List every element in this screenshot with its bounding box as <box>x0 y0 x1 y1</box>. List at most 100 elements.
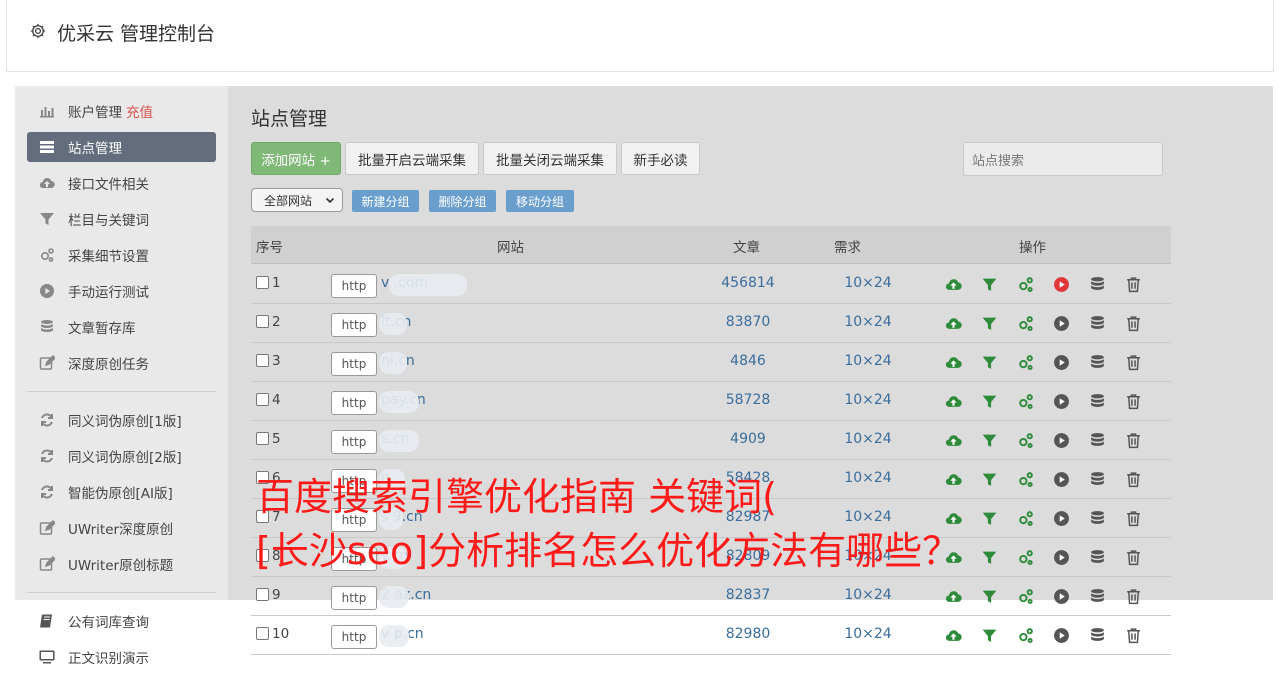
protocol-select[interactable]: http <box>331 391 377 415</box>
article-count[interactable]: 82980 <box>691 626 805 642</box>
database-icon[interactable] <box>1079 393 1115 411</box>
row-checkbox[interactable] <box>256 588 269 601</box>
need-value[interactable]: 10×24 <box>811 275 925 291</box>
cloud-upload-icon[interactable] <box>935 354 971 372</box>
play-icon[interactable] <box>1043 588 1079 606</box>
play-icon[interactable] <box>1043 354 1079 372</box>
beginner-guide-button[interactable]: 新手必读 <box>621 142 700 175</box>
need-value[interactable]: 10×24 <box>811 587 925 603</box>
filter-icon[interactable] <box>971 393 1007 411</box>
trash-icon[interactable] <box>1115 393 1151 411</box>
sidebar-item-account[interactable]: 账户管理 充值 <box>27 96 216 126</box>
need-value[interactable]: 10×24 <box>811 392 925 408</box>
filter-icon[interactable] <box>971 432 1007 450</box>
database-icon[interactable] <box>1079 276 1115 294</box>
protocol-select[interactable]: http <box>331 313 377 337</box>
play-icon[interactable] <box>1043 276 1079 294</box>
gears-icon[interactable] <box>1007 432 1043 450</box>
gears-icon[interactable] <box>1007 588 1043 606</box>
filter-icon[interactable] <box>971 549 1007 567</box>
sidebar-item-manual-run[interactable]: 手动运行测试 <box>27 276 216 306</box>
article-count[interactable]: 82837 <box>691 587 805 603</box>
play-icon[interactable] <box>1043 432 1079 450</box>
database-icon[interactable] <box>1079 510 1115 528</box>
cloud-upload-icon[interactable] <box>935 588 971 606</box>
article-count[interactable]: 4909 <box>691 431 805 447</box>
row-checkbox[interactable] <box>256 627 269 640</box>
filter-icon[interactable] <box>971 510 1007 528</box>
trash-icon[interactable] <box>1115 471 1151 489</box>
play-icon[interactable] <box>1043 393 1079 411</box>
database-icon[interactable] <box>1079 354 1115 372</box>
row-checkbox[interactable] <box>256 354 269 367</box>
gears-icon[interactable] <box>1007 354 1043 372</box>
row-checkbox[interactable] <box>256 276 269 289</box>
batch-enable-cloud-button[interactable]: 批量开启云端采集 <box>345 142 479 175</box>
sidebar-item-keywords[interactable]: 栏目与关键词 <box>27 204 216 234</box>
filter-icon[interactable] <box>971 471 1007 489</box>
article-count[interactable]: 83870 <box>691 314 805 330</box>
database-icon[interactable] <box>1079 432 1115 450</box>
delete-group-button[interactable]: 删除分组 <box>429 190 496 212</box>
gears-icon[interactable] <box>1007 627 1043 645</box>
new-group-button[interactable]: 新建分组 <box>352 190 419 212</box>
add-site-button[interactable]: 添加网站 + <box>251 142 341 175</box>
need-value[interactable]: 10×24 <box>811 431 925 447</box>
play-icon[interactable] <box>1043 627 1079 645</box>
batch-disable-cloud-button[interactable]: 批量关闭云端采集 <box>483 142 617 175</box>
need-value[interactable]: 10×24 <box>811 626 925 642</box>
cloud-upload-icon[interactable] <box>935 276 971 294</box>
sidebar-item-ai-rewrite[interactable]: 智能伪原创[AI版] <box>27 477 216 507</box>
cloud-upload-icon[interactable] <box>935 393 971 411</box>
gears-icon[interactable] <box>1007 549 1043 567</box>
protocol-select[interactable]: http <box>331 274 377 298</box>
protocol-select[interactable]: http <box>331 586 377 610</box>
trash-icon[interactable] <box>1115 627 1151 645</box>
row-checkbox[interactable] <box>256 393 269 406</box>
move-group-button[interactable]: 移动分组 <box>506 190 574 212</box>
gears-icon[interactable] <box>1007 393 1043 411</box>
article-count[interactable]: 456814 <box>691 275 805 291</box>
play-icon[interactable] <box>1043 471 1079 489</box>
trash-icon[interactable] <box>1115 276 1151 294</box>
trash-icon[interactable] <box>1115 354 1151 372</box>
sidebar-item-article-store[interactable]: 文章暂存库 <box>27 312 216 342</box>
protocol-select[interactable]: http <box>331 430 377 454</box>
article-count[interactable]: 4846 <box>691 353 805 369</box>
database-icon[interactable] <box>1079 549 1115 567</box>
sidebar-item-sites[interactable]: 站点管理 <box>27 132 216 162</box>
row-checkbox[interactable] <box>256 315 269 328</box>
gears-icon[interactable] <box>1007 315 1043 333</box>
sidebar-item-text-recognition[interactable]: 正文识别演示 <box>27 642 216 672</box>
protocol-select[interactable]: http <box>331 352 377 376</box>
sidebar-item-synonym-v2[interactable]: 同义词伪原创[2版] <box>27 441 216 471</box>
sidebar-item-public-dict[interactable]: 公有词库查询 <box>27 606 216 636</box>
play-icon[interactable] <box>1043 549 1079 567</box>
database-icon[interactable] <box>1079 315 1115 333</box>
recharge-link[interactable]: 充值 <box>126 101 153 121</box>
need-value[interactable]: 10×24 <box>811 314 925 330</box>
group-select[interactable]: 全部网站 <box>251 188 343 212</box>
sidebar-item-synonym-v1[interactable]: 同义词伪原创[1版] <box>27 405 216 435</box>
row-checkbox[interactable] <box>256 432 269 445</box>
gears-icon[interactable] <box>1007 276 1043 294</box>
cloud-upload-icon[interactable] <box>935 627 971 645</box>
sidebar-item-collect-settings[interactable]: 采集细节设置 <box>27 240 216 270</box>
gears-icon[interactable] <box>1007 471 1043 489</box>
database-icon[interactable] <box>1079 588 1115 606</box>
gears-icon[interactable] <box>1007 510 1043 528</box>
filter-icon[interactable] <box>971 354 1007 372</box>
sidebar-item-interface[interactable]: 接口文件相关 <box>27 168 216 198</box>
filter-icon[interactable] <box>971 588 1007 606</box>
sidebar-item-deep-original[interactable]: 深度原创任务 <box>27 348 216 378</box>
trash-icon[interactable] <box>1115 588 1151 606</box>
play-icon[interactable] <box>1043 510 1079 528</box>
cloud-upload-icon[interactable] <box>935 315 971 333</box>
trash-icon[interactable] <box>1115 510 1151 528</box>
site-search-input[interactable]: 站点搜索 <box>963 142 1163 176</box>
trash-icon[interactable] <box>1115 432 1151 450</box>
database-icon[interactable] <box>1079 471 1115 489</box>
filter-icon[interactable] <box>971 315 1007 333</box>
filter-icon[interactable] <box>971 627 1007 645</box>
play-icon[interactable] <box>1043 315 1079 333</box>
